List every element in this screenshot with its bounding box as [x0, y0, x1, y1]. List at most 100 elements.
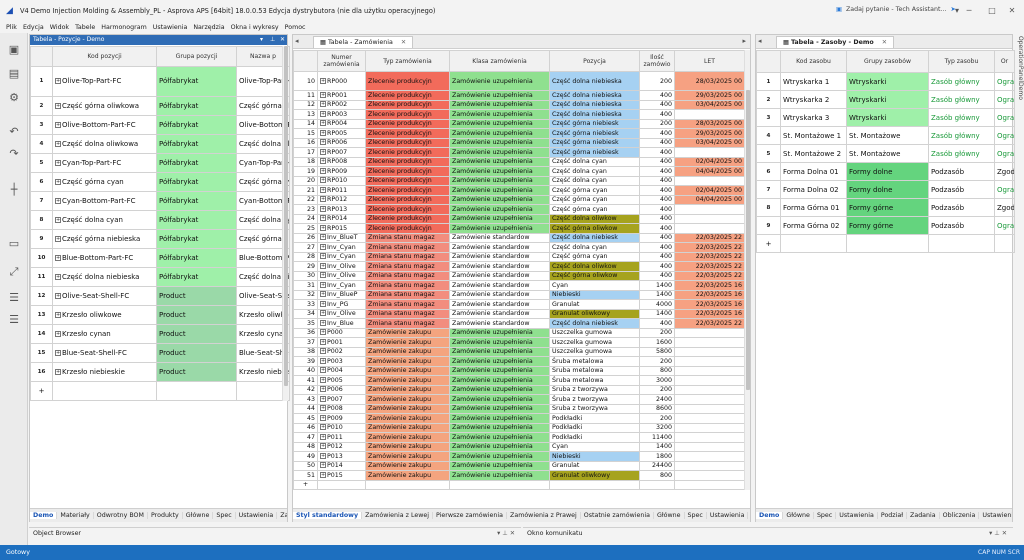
table-row[interactable]: 14 + RP004 Zlecenie produkcyjn Zamówienie uz… — [293, 118, 745, 129]
table-row[interactable]: 20 + RP010 Zlecenie produkcyjn Zamówienie uz… — [293, 175, 745, 186]
order-let-cell[interactable]: 03/04/2025 00 — [674, 137, 745, 148]
row-number[interactable]: 12 — [30, 286, 53, 306]
empty-cell[interactable] — [928, 234, 995, 253]
order-let-cell[interactable] — [674, 441, 745, 452]
order-item-cell[interactable]: Śruba metalowa — [549, 375, 640, 386]
expand-icon[interactable]: + — [55, 369, 61, 375]
resource-code-cell[interactable]: St. Montażowe 2 — [780, 144, 847, 163]
bottom-tab-7[interactable]: Zapa — [277, 512, 287, 519]
tab-close-icon[interactable]: ✕ — [401, 39, 406, 46]
expand-icon[interactable]: + — [55, 236, 61, 242]
order-class-cell[interactable]: Zamówienie uzupełnienia — [449, 346, 550, 357]
order-item-cell[interactable]: Śruba z tworzywa — [549, 394, 640, 405]
col-header-item-group[interactable]: Grupa pozycji — [156, 46, 237, 67]
item-code-cell[interactable]: + Część górna cyan — [52, 172, 157, 192]
table-row[interactable]: 37 + P001 Zamówienie zakupu Zamówienie uzupe… — [293, 337, 745, 348]
table-row[interactable]: 4 + Część dolna oliwkowa Półfabrykat Część d… — [30, 134, 290, 154]
order-let-cell[interactable] — [674, 204, 745, 215]
order-type-cell[interactable]: Zmiana stanu magaz — [365, 232, 450, 243]
bottom-tab-1[interactable]: Zamówienia z Lewej — [362, 512, 433, 519]
add-row-cell[interactable]: + — [293, 479, 318, 490]
bottom-tab-4[interactable]: Ostatnie zamówienia — [581, 512, 654, 519]
order-number-cell[interactable]: + P000 — [317, 327, 366, 338]
order-number-cell[interactable]: + P008 — [317, 403, 366, 414]
resource-constraint-cell[interactable]: Ogran — [994, 180, 1015, 199]
order-number-cell[interactable]: + RP014 — [317, 213, 366, 224]
menu-help[interactable]: Pomoc — [285, 24, 306, 31]
order-class-cell[interactable]: Zamówienie uzupełnienia — [449, 213, 550, 224]
table-row[interactable]: 43 + P007 Zamówienie zakupu Zamówienie uzupe… — [293, 394, 745, 405]
order-number-cell[interactable]: + Inv_Olive — [317, 270, 366, 281]
menu-view[interactable]: Widok — [50, 24, 69, 31]
corner-cell[interactable] — [30, 46, 53, 67]
expand-icon[interactable]: + — [320, 262, 326, 269]
table-row[interactable]: 3 Wtryskarka 3 Wtryskarki Zasób główny Ogran — [756, 108, 1015, 127]
order-item-cell[interactable]: Część dolna oliwkow — [549, 213, 640, 224]
order-quantity-cell[interactable]: 3200 — [639, 422, 675, 433]
order-quantity-cell[interactable]: 3000 — [639, 375, 675, 386]
table-row[interactable]: 13 +Krzesło oliwkoweProduct Krzesło oliwko… — [30, 305, 290, 325]
table-row[interactable]: 22 + RP012 Zlecenie produkcyjn Zamówienie uz… — [293, 194, 745, 205]
table-row[interactable]: 29 + Inv_Olive Zmiana stanu magaz Zamówienie… — [293, 261, 745, 272]
col-header-order-class[interactable]: Klasa zamówienia — [449, 49, 550, 73]
order-quantity-cell[interactable]: 1400 — [639, 280, 675, 291]
order-class-cell[interactable]: Zamówienie uzupełnienia — [449, 185, 550, 196]
col-header-resource-type[interactable]: Typ zasobu — [928, 50, 995, 73]
order-let-cell[interactable] — [674, 451, 745, 462]
empty-cell[interactable] — [846, 234, 929, 253]
order-item-cell[interactable]: Granulat oliwkowy — [549, 470, 640, 481]
table-row[interactable]: 10 + Blue-Bottom-Part-FC Półfabrykat Blue-Bo… — [30, 248, 290, 268]
item-group-cell[interactable]: Półfabrykat — [156, 172, 237, 192]
table-row[interactable]: 38 + P002 Zamówienie zakupu Zamówienie uzupe… — [293, 346, 745, 357]
empty-cell[interactable] — [549, 479, 640, 490]
order-let-cell[interactable] — [674, 109, 745, 120]
list-alt-icon[interactable]: ☰ — [6, 313, 22, 327]
order-let-cell[interactable] — [674, 346, 745, 357]
row-number[interactable]: 19 — [293, 166, 318, 177]
order-class-cell[interactable]: Zamówienie uzupełnienia — [449, 109, 550, 120]
table-row[interactable]: 21 + RP011 Zlecenie produkcyjn Zamówienie uz… — [293, 185, 745, 196]
item-code-cell[interactable]: + Blue-Bottom-Part-FC — [52, 248, 157, 268]
order-number-cell[interactable]: + P005 — [317, 375, 366, 386]
tab-orders-table[interactable]: ▦ Tabela - Zamówienia ✕ — [313, 36, 414, 48]
object-browser-bar[interactable]: Object Browser ▾ ⊥ ✕ — [29, 527, 521, 538]
order-type-cell[interactable]: Zamówienie zakupu — [365, 403, 450, 414]
order-quantity-cell[interactable]: 5800 — [639, 346, 675, 357]
order-number-cell[interactable]: + RP007 — [317, 147, 366, 158]
order-let-cell[interactable]: 22/03/2025 16 — [674, 289, 745, 300]
order-let-cell[interactable]: 04/04/2025 00 — [674, 194, 745, 205]
order-item-cell[interactable]: Część górna cyan — [549, 185, 640, 196]
expand-icon[interactable]: + — [55, 350, 61, 356]
order-quantity-cell[interactable]: 24400 — [639, 460, 675, 471]
order-type-cell[interactable]: Zlecenie produkcyjn — [365, 213, 450, 224]
order-type-cell[interactable]: Zlecenie produkcyjn — [365, 137, 450, 148]
row-number[interactable]: 12 — [293, 99, 318, 110]
panel-close-icon[interactable]: ✕ — [280, 35, 285, 45]
order-number-cell[interactable]: + Inv_Blue — [317, 318, 366, 329]
order-let-cell[interactable]: 29/03/2025 00 — [674, 128, 745, 139]
resource-constraint-cell[interactable]: Ogran — [994, 72, 1015, 91]
expand-icon[interactable]: + — [55, 78, 61, 85]
expand-icon[interactable]: + — [320, 443, 326, 450]
order-class-cell[interactable]: Zamówienie standardow — [449, 261, 550, 272]
expand-icon[interactable]: + — [320, 101, 326, 108]
order-class-cell[interactable]: Zamówienie uzupełnienia — [449, 375, 550, 386]
expand-icon[interactable]: + — [320, 91, 326, 98]
list-icon[interactable]: ☰ — [6, 291, 22, 305]
table-row[interactable]: 30 + Inv_Olive Zmiana stanu magaz Zamówienie… — [293, 270, 745, 281]
table-row[interactable]: 32 + Inv_BlueP Zmiana stanu magaz Zamówienie… — [293, 289, 745, 300]
table-row[interactable]: 10 + RP000 Zlecenie produkcyjn Zamówienie uz… — [293, 71, 745, 91]
table-row[interactable]: 46 + P010 Zamówienie zakupu Zamówienie uzupe… — [293, 422, 745, 433]
item-code-cell[interactable]: + Krzesło niebieskie — [52, 362, 157, 382]
order-item-cell[interactable]: Uszczelka gumowa — [549, 346, 640, 357]
table-row[interactable]: 8 Forma Górna 01 Formy górne Podzasób Zgodn — [756, 198, 1015, 217]
clipboard-icon[interactable]: ▤ — [6, 67, 22, 81]
order-let-cell[interactable] — [674, 375, 745, 386]
order-type-cell[interactable]: Zmiana stanu magaz — [365, 261, 450, 272]
bottom-tab-0[interactable]: Styl standardowy — [293, 512, 363, 519]
expand-icon[interactable]: + — [320, 177, 326, 184]
order-item-cell[interactable]: Śruba z tworzywa — [549, 384, 640, 395]
order-number-cell[interactable]: + P015 — [317, 470, 366, 481]
expand-icon[interactable]: + — [55, 331, 61, 337]
item-group-cell[interactable]: Półfabrykat — [156, 96, 237, 116]
